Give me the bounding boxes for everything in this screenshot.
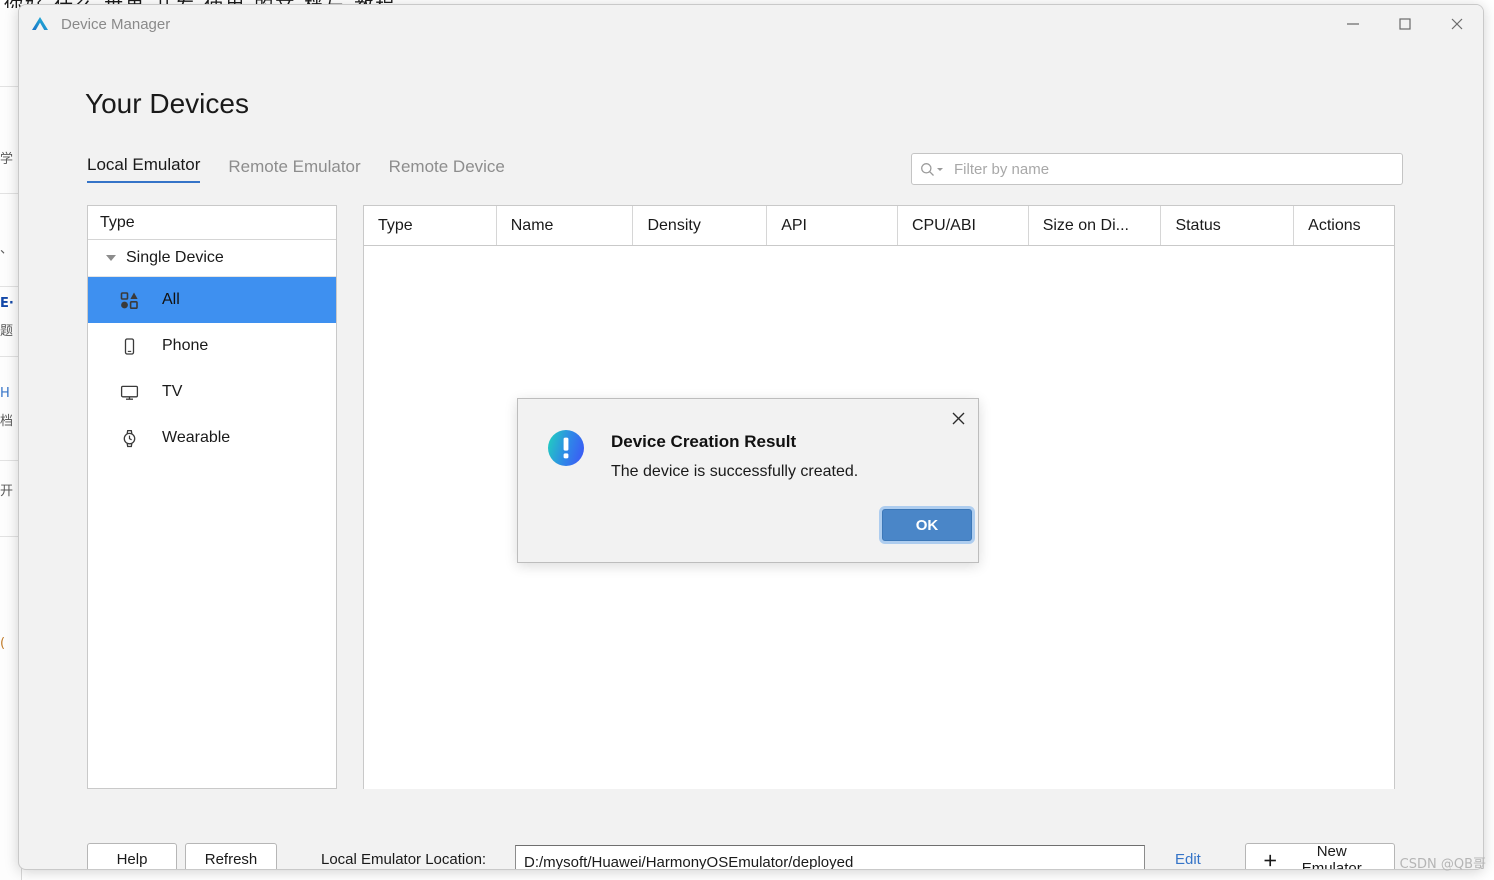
device-manager-window: Device Manager Your Devices Local Emulat… bbox=[18, 4, 1484, 870]
window-title: Device Manager bbox=[61, 15, 171, 33]
watermark: CSDN @QB哥 bbox=[1399, 857, 1486, 872]
edit-location-link[interactable]: Edit bbox=[1175, 851, 1201, 868]
tab-local-emulator[interactable]: Local Emulator bbox=[87, 155, 201, 183]
dialog-title: Device Creation Result bbox=[611, 432, 797, 451]
screen-root: 你好 什么 世界 开发 使用 的文 档与 教程 学 、 E· 题 H 档 开 ( bbox=[0, 0, 1494, 880]
deveco-logo-icon bbox=[27, 11, 53, 37]
tree-group-label: Single Device bbox=[126, 249, 224, 266]
sidebar-item-all[interactable]: All bbox=[88, 277, 336, 323]
device-creation-result-dialog: Device Creation Result The device is suc… bbox=[517, 398, 979, 563]
window-controls bbox=[1327, 5, 1483, 43]
chevron-down-icon bbox=[937, 168, 943, 171]
search-icon[interactable] bbox=[920, 162, 944, 177]
sidebar-item-label: Phone bbox=[162, 337, 209, 354]
local-emulator-location-label: Local Emulator Location: bbox=[321, 851, 487, 868]
minimize-button[interactable] bbox=[1327, 5, 1379, 43]
refresh-button[interactable]: Refresh bbox=[185, 843, 277, 869]
sidebar-item-label: All bbox=[162, 291, 180, 308]
window-content: Your Devices Local Emulator Remote Emula… bbox=[19, 43, 1483, 869]
tv-icon bbox=[118, 383, 140, 402]
maximize-button[interactable] bbox=[1379, 5, 1431, 43]
table-header-row: Type Name Density API CPU/ABI Size on Di… bbox=[364, 206, 1394, 246]
window-titlebar[interactable]: Device Manager bbox=[19, 5, 1483, 43]
device-source-tabs: Local Emulator Remote Emulator Remote De… bbox=[87, 155, 505, 183]
column-header-cpu-abi[interactable]: CPU/ABI bbox=[898, 206, 1029, 245]
local-emulator-location-input[interactable] bbox=[515, 845, 1145, 869]
column-header-name[interactable]: Name bbox=[497, 206, 634, 245]
sidebar-item-label: TV bbox=[162, 383, 183, 400]
chevron-down-icon[interactable] bbox=[106, 255, 116, 261]
filter-search-box[interactable]: Filter by name bbox=[911, 153, 1403, 185]
new-emulator-button[interactable]: New Emulator bbox=[1245, 843, 1395, 870]
column-header-type[interactable]: Type bbox=[364, 206, 497, 245]
search-input[interactable]: Filter by name bbox=[954, 161, 1049, 178]
tab-remote-emulator[interactable]: Remote Emulator bbox=[228, 157, 360, 183]
tree-group-single-device[interactable]: Single Device bbox=[88, 240, 336, 277]
column-header-size-on-disk[interactable]: Size on Di... bbox=[1029, 206, 1162, 245]
sidebar-item-phone[interactable]: Phone bbox=[88, 323, 336, 369]
column-header-api[interactable]: API bbox=[767, 206, 898, 245]
column-header-status[interactable]: Status bbox=[1161, 206, 1295, 245]
page-title: Your Devices bbox=[85, 88, 249, 119]
device-type-tree: Type Single Device All Phone TV Wearable bbox=[87, 205, 337, 789]
bottom-toolbar: Help Refresh Local Emulator Location: Ed… bbox=[87, 809, 1395, 869]
new-emulator-label: New Emulator bbox=[1301, 843, 1362, 870]
tree-header-type: Type bbox=[88, 206, 336, 240]
tab-remote-device[interactable]: Remote Device bbox=[389, 157, 505, 183]
column-header-density[interactable]: Density bbox=[633, 206, 768, 245]
phone-icon bbox=[118, 337, 140, 356]
column-header-actions[interactable]: Actions bbox=[1294, 206, 1394, 245]
info-exclamation-icon bbox=[547, 429, 585, 467]
close-icon[interactable] bbox=[944, 405, 972, 431]
help-button[interactable]: Help bbox=[87, 843, 177, 869]
plus-icon bbox=[1264, 854, 1276, 866]
sidebar-item-wearable[interactable]: Wearable bbox=[88, 415, 336, 461]
dialog-message: The device is successfully created. bbox=[611, 463, 859, 480]
ok-button[interactable]: OK bbox=[882, 509, 972, 541]
sidebar-item-tv[interactable]: TV bbox=[88, 369, 336, 415]
watch-icon bbox=[118, 429, 140, 448]
sidebar-item-label: Wearable bbox=[162, 429, 231, 446]
close-button[interactable] bbox=[1431, 5, 1483, 43]
all-devices-icon bbox=[118, 291, 140, 310]
